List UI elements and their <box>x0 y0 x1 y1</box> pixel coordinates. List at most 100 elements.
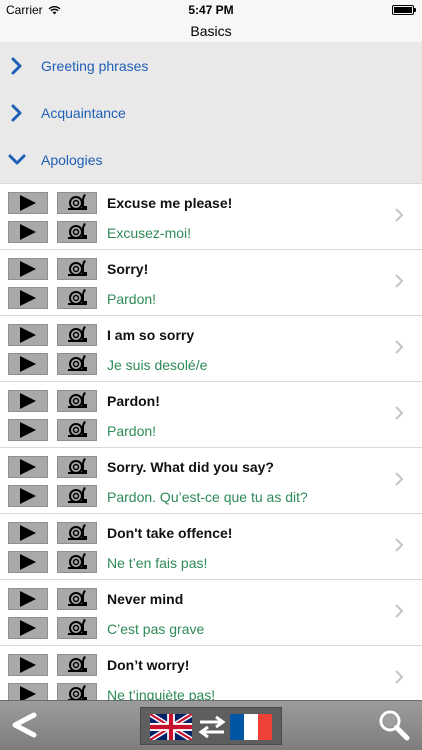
play-french-button[interactable] <box>8 419 48 441</box>
snail-icon <box>68 421 87 437</box>
status-bar: Carrier 5:47 PM <box>0 0 422 20</box>
slow-play-french-button[interactable] <box>57 683 97 700</box>
slow-play-french-button[interactable] <box>57 419 97 441</box>
category-greeting-phrases[interactable]: Greeting phrases <box>0 42 422 89</box>
back-button[interactable] <box>10 709 40 741</box>
slow-play-english-button[interactable] <box>57 390 97 412</box>
slow-play-english-button[interactable] <box>57 258 97 280</box>
play-icon <box>20 657 36 673</box>
play-icon <box>20 261 36 277</box>
slow-play-english-button[interactable] <box>57 522 97 544</box>
phrase-row[interactable]: I am so sorry Je suis desolé/e <box>0 315 422 381</box>
status-time: 5:47 PM <box>188 3 234 17</box>
france-flag-icon <box>230 714 272 740</box>
page-title: Basics <box>190 23 232 39</box>
play-french-button[interactable] <box>8 617 48 639</box>
phrase-row[interactable]: Sorry. What did you say? Pardon. Qu’est-… <box>0 447 422 513</box>
phrase-row[interactable]: Excuse me please! Excusez-moi! <box>0 183 422 249</box>
slow-play-french-button[interactable] <box>57 287 97 309</box>
snail-icon <box>68 619 87 635</box>
phrase-english: Don’t worry! <box>107 657 190 673</box>
phrase-english: Sorry! <box>107 261 149 277</box>
play-english-button[interactable] <box>8 390 48 412</box>
phrase-row[interactable]: Pardon! Pardon! <box>0 381 422 447</box>
play-english-button[interactable] <box>8 456 48 478</box>
play-icon <box>20 459 36 475</box>
play-icon <box>20 393 36 409</box>
phrase-list: Excuse me please! Excusez-moi! Sorry! Pa… <box>0 183 422 700</box>
slow-play-french-button[interactable] <box>57 551 97 573</box>
phrase-french: Pardon! <box>107 291 157 307</box>
play-icon <box>20 525 36 541</box>
play-icon <box>20 591 36 607</box>
search-icon <box>379 710 410 741</box>
play-icon <box>20 356 36 372</box>
phrase-row[interactable]: Sorry! Pardon! <box>0 249 422 315</box>
chevron-down-icon <box>0 154 34 166</box>
slow-play-french-button[interactable] <box>57 221 97 243</box>
play-french-button[interactable] <box>8 221 48 243</box>
chevron-right-icon <box>394 471 404 492</box>
slow-play-english-button[interactable] <box>57 324 97 346</box>
category-acquaintance[interactable]: Acquaintance <box>0 89 422 136</box>
chevron-right-icon <box>394 669 404 690</box>
phrase-french: Ne t’en fais pas! <box>107 555 208 571</box>
play-english-button[interactable] <box>8 192 48 214</box>
uk-flag-icon <box>150 714 192 740</box>
back-icon <box>12 712 37 738</box>
swap-arrows-icon <box>198 715 226 739</box>
snail-icon <box>68 223 87 239</box>
category-label: Greeting phrases <box>41 57 149 74</box>
search-button[interactable] <box>378 709 410 741</box>
category-list: Greeting phrases Acquaintance Apologies <box>0 42 422 183</box>
chevron-right-icon <box>394 537 404 558</box>
phrase-english: Pardon! <box>107 393 160 409</box>
chevron-right-icon <box>0 57 34 75</box>
play-icon <box>20 422 36 438</box>
phrase-english: Never mind <box>107 591 184 607</box>
language-switch-button[interactable] <box>140 707 282 745</box>
play-english-button[interactable] <box>8 654 48 676</box>
play-french-button[interactable] <box>8 287 48 309</box>
play-english-button[interactable] <box>8 324 48 346</box>
play-icon <box>20 195 36 211</box>
snail-icon <box>68 392 87 408</box>
phrase-row[interactable]: Don't take offence! Ne t’en fais pas! <box>0 513 422 579</box>
slow-play-english-button[interactable] <box>57 456 97 478</box>
slow-play-french-button[interactable] <box>57 485 97 507</box>
play-french-button[interactable] <box>8 485 48 507</box>
slow-play-french-button[interactable] <box>57 353 97 375</box>
phrase-french: Je suis desolé/e <box>107 357 208 373</box>
play-icon <box>20 620 36 636</box>
phrase-row[interactable]: Never mind C’est pas grave <box>0 579 422 645</box>
chevron-right-icon <box>394 603 404 624</box>
play-english-button[interactable] <box>8 522 48 544</box>
snail-icon <box>68 260 87 276</box>
play-icon <box>20 488 36 504</box>
slow-play-french-button[interactable] <box>57 617 97 639</box>
play-french-button[interactable] <box>8 683 48 700</box>
snail-icon <box>68 553 87 569</box>
snail-icon <box>68 289 87 305</box>
phrase-english: I am so sorry <box>107 327 195 343</box>
snail-icon <box>68 355 87 371</box>
snail-icon <box>68 458 87 474</box>
play-icon <box>20 554 36 570</box>
slow-play-english-button[interactable] <box>57 654 97 676</box>
play-english-button[interactable] <box>8 588 48 610</box>
category-apologies[interactable]: Apologies <box>0 136 422 183</box>
play-french-button[interactable] <box>8 551 48 573</box>
slow-play-english-button[interactable] <box>57 192 97 214</box>
phrase-french: Ne t’inquiète pas! <box>107 687 216 700</box>
play-icon <box>20 290 36 306</box>
slow-play-english-button[interactable] <box>57 588 97 610</box>
bottom-toolbar <box>0 700 422 750</box>
snail-icon <box>68 326 87 342</box>
play-english-button[interactable] <box>8 258 48 280</box>
chevron-right-icon <box>394 207 404 228</box>
snail-icon <box>68 590 87 606</box>
phrase-row[interactable]: Don’t worry! Ne t’inquiète pas! <box>0 645 422 700</box>
play-icon <box>20 224 36 240</box>
play-french-button[interactable] <box>8 353 48 375</box>
chevron-right-icon <box>394 405 404 426</box>
